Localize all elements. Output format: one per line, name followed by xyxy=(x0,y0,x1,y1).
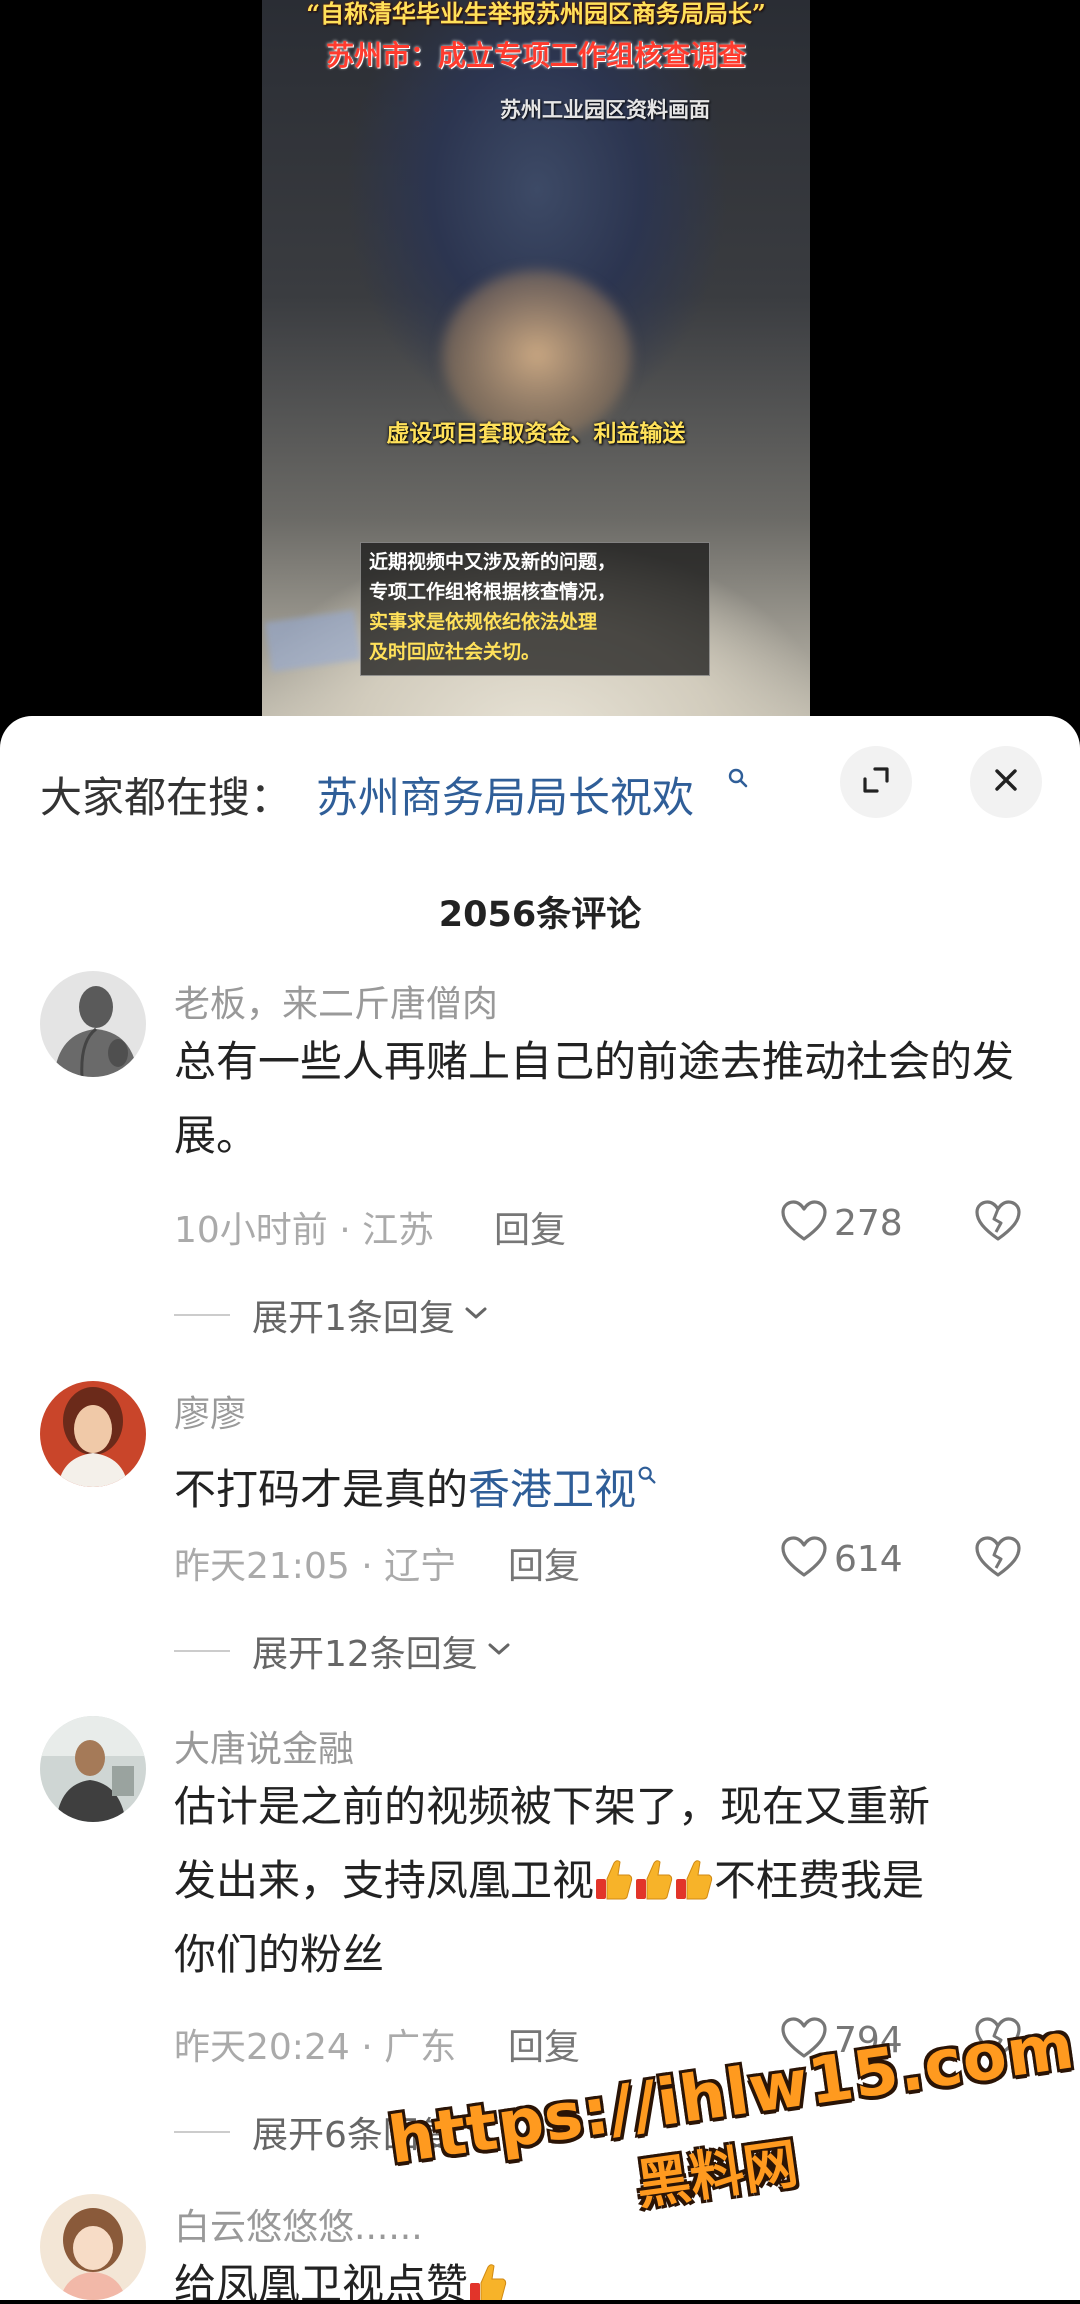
comment-search-link[interactable]: 香港卫视 xyxy=(468,1465,636,1514)
comment-count: 2056条评论 xyxy=(438,895,642,935)
like-button[interactable]: 614 xyxy=(780,1535,903,1583)
video-caption-title: 苏州市：成立专项工作组核查调查 xyxy=(325,39,746,72)
like-count: 278 xyxy=(834,1202,903,1244)
expand-icon xyxy=(859,763,893,801)
avatar[interactable] xyxy=(40,1381,146,1487)
trending-search-term[interactable]: 苏州商务局局长祝欢 xyxy=(316,764,694,825)
dislike-button[interactable] xyxy=(974,1199,1022,1247)
comment-text: 不打码才是真的香港卫视 xyxy=(174,1435,1044,1527)
comment-text-line: 你们的粉丝 xyxy=(174,1930,385,1979)
heart-icon xyxy=(780,1199,828,1247)
comment-text-segment: 不枉费我是 xyxy=(714,1856,925,1905)
search-icon xyxy=(726,766,750,790)
reply-button[interactable]: 回复 xyxy=(494,1201,566,1253)
divider xyxy=(174,1314,230,1316)
broken-heart-icon xyxy=(974,1536,1022,1583)
thumbs-up-emoji xyxy=(675,1850,713,1900)
expand-button[interactable] xyxy=(840,746,912,818)
avatar[interactable] xyxy=(40,971,146,1077)
comment-time-location: 昨天21:05 · 辽宁 xyxy=(174,1546,457,1587)
comment-text-segment: 发出来，支持凤凰卫视 xyxy=(174,1856,595,1905)
video-notice-line: 及时回应社会关切。 xyxy=(369,641,541,663)
comment-author[interactable]: 大唐说金融 xyxy=(174,1720,354,1772)
expand-replies[interactable]: 展开1条回复 xyxy=(174,1289,489,1341)
video-notice-line: 近期视频中又涉及新的问题， xyxy=(369,551,617,573)
video-player[interactable]: “自称清华毕业生举报苏州园区商务局局长” 苏州市：成立专项工作组核查调查 苏州工… xyxy=(0,0,1080,740)
chevron-down-icon xyxy=(486,1639,512,1663)
video-caption-top: “自称清华毕业生举报苏州园区商务局局长” xyxy=(306,0,766,28)
comment-author[interactable]: 白云悠悠悠...... xyxy=(174,2198,423,2250)
expand-replies[interactable]: 展开12条回复 xyxy=(174,1625,512,1677)
like-button[interactable]: 278 xyxy=(780,1199,903,1247)
comment-author[interactable]: 老板，来二斤唐僧肉 xyxy=(174,975,498,1027)
close-button[interactable] xyxy=(970,746,1042,818)
divider xyxy=(174,2131,230,2133)
comment-item: 廖廖 不打码才是真的香港卫视 昨天21:05 · 辽宁 回复 614 展开12条… xyxy=(0,1381,1080,1681)
comment-text-plain: 不打码才是真的 xyxy=(174,1465,469,1514)
comment-item: 老板，来二斤唐僧肉 总有一些人再赌上自己的前途去推动社会的发展。 10小时前 ·… xyxy=(0,971,1080,1339)
chevron-down-icon xyxy=(463,1303,489,1327)
dislike-button[interactable] xyxy=(974,1535,1022,1583)
thumbs-up-emoji xyxy=(635,1850,673,1900)
avatar[interactable] xyxy=(40,1716,146,1822)
heart-icon xyxy=(780,1535,828,1583)
comment-text-line: 估计是之前的视频被下架了，现在又重新 xyxy=(174,1782,931,1831)
avatar[interactable] xyxy=(40,2194,146,2300)
reply-button[interactable]: 回复 xyxy=(508,1537,580,1589)
like-count: 614 xyxy=(834,1538,903,1580)
expand-replies-label: 展开1条回复 xyxy=(252,1298,455,1339)
video-notice-box: 近期视频中又涉及新的问题， 专项工作组将根据核查情况， 实事求是依规依纪依法处理… xyxy=(360,542,710,676)
divider xyxy=(174,1650,230,1652)
close-icon xyxy=(991,765,1021,799)
video-caption-source: 苏州工业园区资料画面 xyxy=(500,97,710,122)
broken-heart-icon xyxy=(974,1200,1022,1247)
search-icon xyxy=(636,1435,658,1484)
trending-search-row[interactable]: 大家都在搜： 苏州商务局局长祝欢 xyxy=(0,752,1080,822)
comment-text-line: 发出来，支持凤凰卫视 不枉费我是 xyxy=(174,1844,1044,1918)
trending-search-label: 大家都在搜： xyxy=(40,773,293,822)
thumbs-up-emoji xyxy=(595,1850,633,1900)
expand-replies-label: 展开12条回复 xyxy=(252,1634,478,1675)
reply-button[interactable]: 回复 xyxy=(508,2018,580,2070)
comment-text: 总有一些人再赌上自己的前途去推动社会的发展。 xyxy=(174,1037,1015,1160)
video-notice-line: 专项工作组将根据核查情况， xyxy=(369,581,617,603)
video-notice-line: 实事求是依规依纪依法处理 xyxy=(369,611,598,633)
comment-time-location: 昨天20:24 · 广东 xyxy=(174,2027,457,2068)
comment-time-location: 10小时前 · 江苏 xyxy=(174,1210,435,1251)
comment-author[interactable]: 廖廖 xyxy=(174,1385,246,1437)
comment-text: 估计是之前的视频被下架了，现在又重新 发出来，支持凤凰卫视 不枉费我是 你们的粉丝 xyxy=(174,1770,1044,1992)
video-caption-middle: 虚设项目套取资金、利益输送 xyxy=(386,420,686,447)
